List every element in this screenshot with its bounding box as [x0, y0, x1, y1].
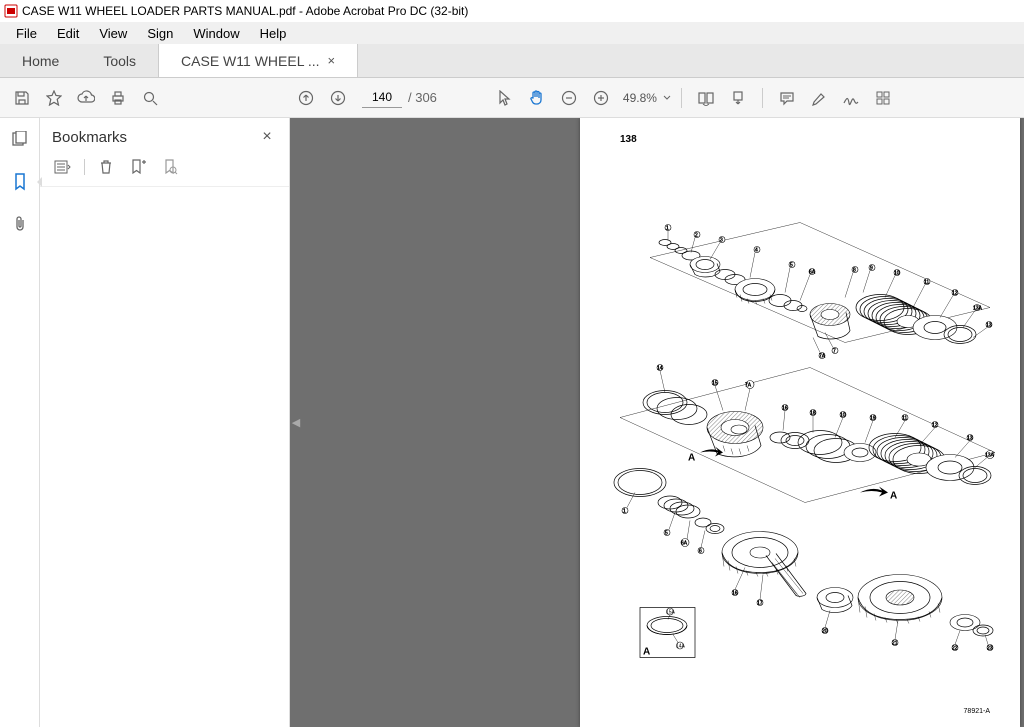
svg-text:17: 17	[757, 601, 763, 607]
menu-view[interactable]: View	[89, 24, 137, 43]
svg-text:11: 11	[924, 280, 929, 286]
bookmarks-panel: Bookmarks ×	[40, 118, 290, 727]
tab-row: Home Tools CASE W11 WHEEL ... ×	[0, 44, 1024, 78]
delete-bookmark-icon[interactable]	[95, 156, 117, 178]
fit-width-icon[interactable]	[692, 84, 720, 112]
window-title: CASE W11 WHEEL LOADER PARTS MANUAL.pdf -…	[22, 4, 468, 18]
svg-text:10: 10	[894, 271, 900, 277]
page-current-input[interactable]	[362, 88, 402, 108]
svg-text:16: 16	[732, 591, 738, 597]
comment-icon[interactable]	[773, 84, 801, 112]
tab-tools[interactable]: Tools	[81, 44, 158, 77]
cloud-upload-icon[interactable]	[72, 84, 100, 112]
new-bookmark-icon[interactable]	[127, 156, 149, 178]
main-area: Bookmarks × ◀ 138 78921-A	[0, 118, 1024, 727]
svg-text:12: 12	[952, 291, 958, 297]
bookmarks-icon[interactable]	[8, 170, 32, 194]
svg-text:6: 6	[699, 549, 702, 555]
zoom-out-icon[interactable]	[555, 84, 583, 112]
svg-text:9: 9	[870, 266, 873, 272]
tab-home[interactable]: Home	[0, 44, 81, 77]
zoom-value-label: 49.8%	[619, 91, 661, 105]
svg-text:6A: 6A	[681, 541, 688, 547]
drawing-reference-label: 78921-A	[964, 708, 990, 715]
bookmarks-body	[40, 187, 289, 727]
close-panel-icon[interactable]: ×	[257, 128, 277, 146]
save-icon[interactable]	[8, 84, 36, 112]
page-indicator: / 306	[362, 88, 437, 108]
attachments-icon[interactable]	[8, 212, 32, 236]
svg-text:3: 3	[720, 238, 723, 244]
svg-text:8: 8	[853, 268, 856, 274]
svg-text:7: 7	[833, 349, 836, 355]
svg-text:6A: 6A	[809, 270, 816, 276]
page-up-icon[interactable]	[292, 84, 320, 112]
pdf-page: 138 78921-A	[580, 118, 1020, 727]
select-tool-icon[interactable]	[491, 84, 519, 112]
highlight-icon[interactable]	[805, 84, 833, 112]
close-icon[interactable]: ×	[328, 53, 336, 68]
menu-window[interactable]: Window	[183, 24, 249, 43]
page-down-icon[interactable]	[324, 84, 352, 112]
sign-icon[interactable]	[837, 84, 865, 112]
page-number-label: 138	[620, 134, 637, 145]
zoom-level[interactable]: 49.8%	[619, 91, 671, 105]
svg-text:2: 2	[695, 233, 698, 239]
svg-text:23: 23	[987, 646, 993, 652]
svg-text:A: A	[890, 491, 897, 502]
left-nav-rail	[0, 118, 40, 727]
svg-text:13A: 13A	[985, 453, 995, 459]
svg-text:20: 20	[822, 629, 828, 635]
window-titlebar: CASE W11 WHEEL LOADER PARTS MANUAL.pdf -…	[0, 0, 1024, 22]
svg-text:21: 21	[892, 641, 898, 647]
svg-text:13: 13	[986, 323, 992, 329]
svg-text:7A: 7A	[819, 354, 826, 360]
svg-text:5: 5	[665, 531, 668, 537]
hand-tool-icon[interactable]	[523, 84, 551, 112]
svg-text:A: A	[688, 453, 695, 464]
thumbnails-icon[interactable]	[8, 128, 32, 152]
chevron-down-icon	[663, 95, 671, 101]
pdf-icon	[4, 4, 18, 18]
menu-help[interactable]: Help	[250, 24, 297, 43]
search-icon[interactable]	[136, 84, 164, 112]
svg-text:5: 5	[790, 263, 793, 269]
toolbar: / 306 49.8%	[0, 78, 1024, 118]
star-icon[interactable]	[40, 84, 68, 112]
zoom-in-icon[interactable]	[587, 84, 615, 112]
collapse-panel-icon[interactable]: ◀	[290, 403, 302, 443]
more-tools-icon[interactable]	[869, 84, 897, 112]
tab-document-label: CASE W11 WHEEL ...	[181, 53, 319, 69]
tab-document[interactable]: CASE W11 WHEEL ... ×	[158, 44, 358, 77]
tab-home-label: Home	[22, 53, 59, 69]
document-viewer[interactable]: ◀ 138 78921-A	[290, 118, 1024, 727]
detail-a-label: A	[643, 647, 650, 658]
svg-text:15A: 15A	[666, 610, 676, 616]
svg-text:1: 1	[666, 226, 669, 232]
page-total-label: / 306	[408, 90, 437, 105]
parts-diagram: 1 2 3 4 5 6A 7 7A 8 9 10 11 12 13A	[595, 188, 1005, 667]
menu-edit[interactable]: Edit	[47, 24, 89, 43]
scroll-mode-icon[interactable]	[724, 84, 752, 112]
find-bookmark-icon[interactable]	[159, 156, 181, 178]
svg-text:7A: 7A	[745, 383, 752, 389]
tab-tools-label: Tools	[103, 53, 136, 69]
menu-sign[interactable]: Sign	[137, 24, 183, 43]
print-icon[interactable]	[104, 84, 132, 112]
bookmarks-toolbar	[40, 152, 289, 187]
menu-bar: File Edit View Sign Window Help	[0, 22, 1024, 44]
svg-text:4: 4	[755, 248, 758, 254]
svg-text:22: 22	[952, 646, 958, 652]
bookmarks-title: Bookmarks	[52, 129, 127, 146]
svg-text:1: 1	[623, 509, 626, 515]
svg-text:14A: 14A	[676, 644, 686, 650]
svg-text:11: 11	[902, 416, 907, 422]
svg-text:13A: 13A	[973, 306, 983, 312]
bookmark-options-icon[interactable]	[52, 156, 74, 178]
menu-file[interactable]: File	[6, 24, 47, 43]
